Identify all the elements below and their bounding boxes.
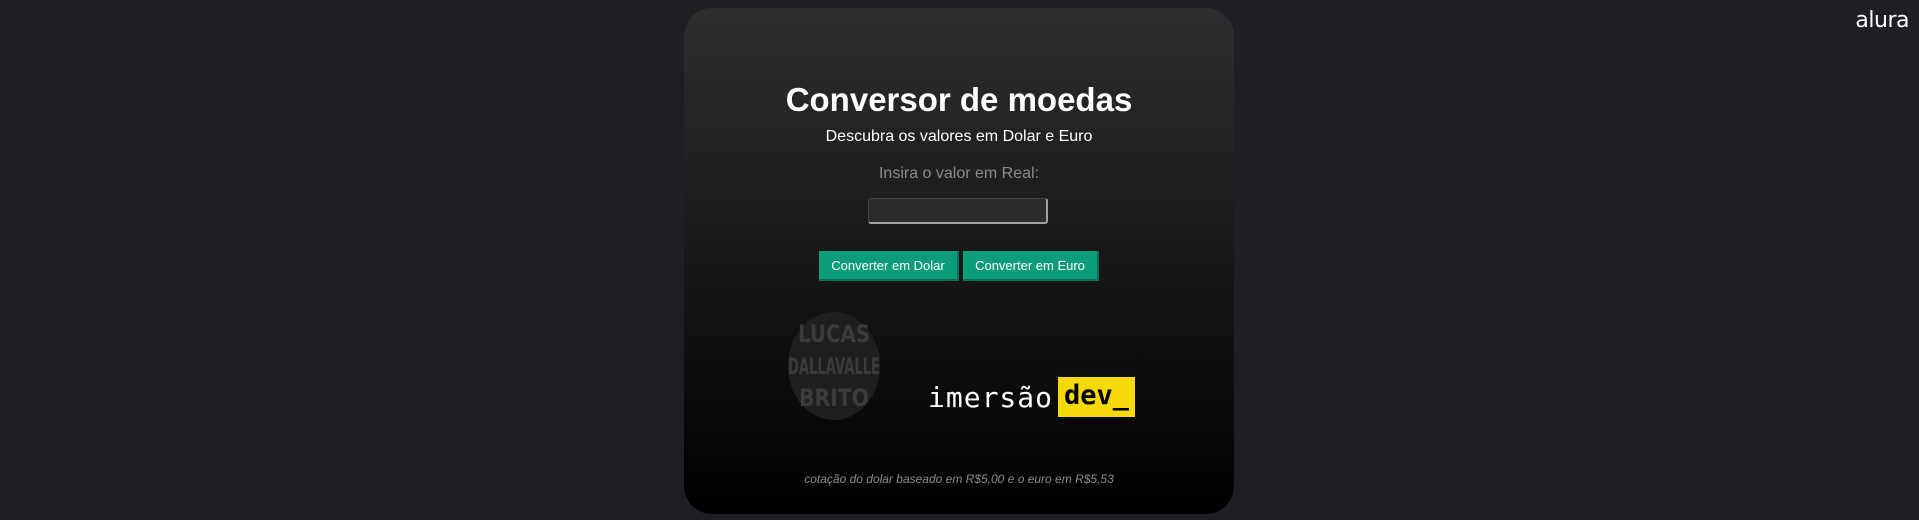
- imersao-word: imersão: [928, 380, 1054, 414]
- logo-line-brito: BRITO: [799, 384, 869, 412]
- convert-euro-button[interactable]: Converter em Euro: [963, 251, 1099, 281]
- page-title: Conversor de moedas: [785, 81, 1133, 118]
- real-value-input[interactable]: [868, 198, 1048, 224]
- exchange-rate-footnote: cotação do dolar baseado em R$5,00 e o e…: [804, 472, 1114, 486]
- converter-card: Conversor de moedas Descubra os valores …: [684, 8, 1234, 514]
- page-subtitle: Descubra os valores em Dolar e Euro: [825, 128, 1093, 145]
- input-label: Insira o valor em Real:: [878, 165, 1040, 182]
- imersao-dev-logo: imersão dev_: [928, 377, 1136, 417]
- logo-line-lucas: LUCAS: [798, 320, 870, 348]
- lucas-dallavalle-brito-logo: LUCAS DALLAVALLE BRITO: [788, 312, 880, 420]
- alura-logo: alura: [1855, 8, 1909, 33]
- dev-badge: dev_: [1058, 377, 1136, 417]
- convert-dolar-button[interactable]: Converter em Dolar: [819, 251, 959, 281]
- logo-line-dallavalle: DALLAVALLE: [788, 355, 880, 380]
